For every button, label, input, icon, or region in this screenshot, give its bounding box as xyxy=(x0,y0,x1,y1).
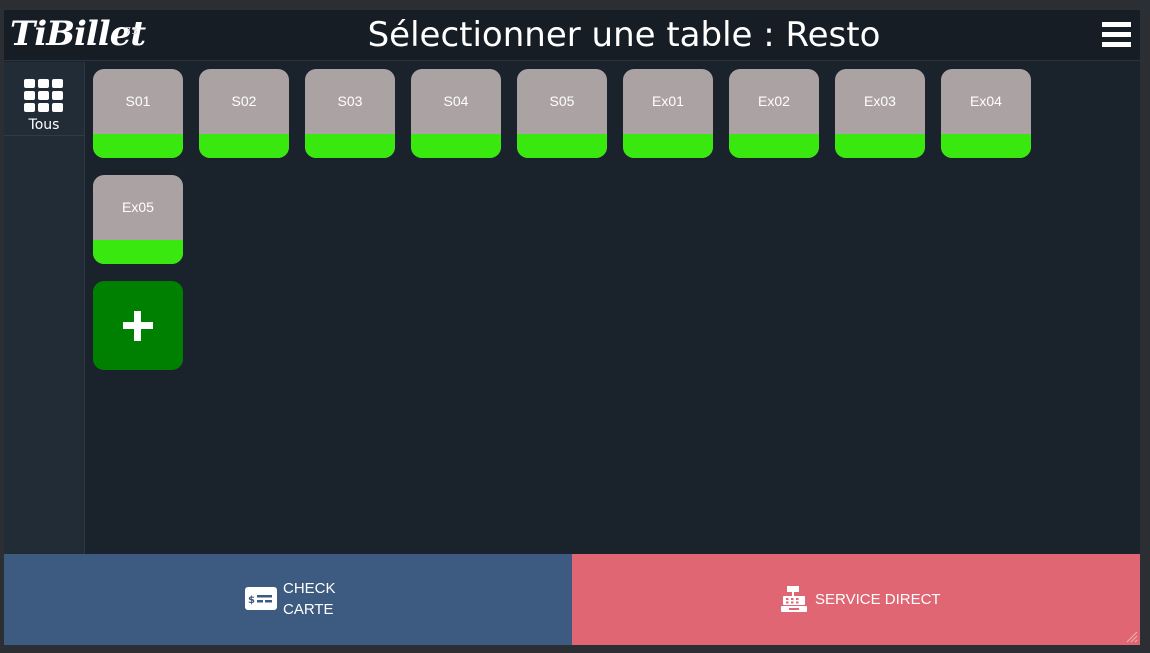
check-card-button[interactable]: $ CHECK CARTE xyxy=(4,554,572,645)
add-table-button[interactable] xyxy=(93,281,183,370)
page-title: Sélectionner une table : Resto xyxy=(367,15,881,55)
table-tile[interactable]: Ex05 xyxy=(93,175,183,264)
table-status-bar xyxy=(517,134,607,158)
money-check-icon: $ xyxy=(245,587,277,610)
table-name: S02 xyxy=(231,93,257,109)
app-window: TiBillet 73 Sélectionner une table : Res… xyxy=(4,10,1140,645)
table-status-bar xyxy=(835,134,925,158)
table-tile[interactable]: S01 xyxy=(93,69,183,158)
table-name: S01 xyxy=(125,93,151,109)
category-sidebar: Tous xyxy=(4,62,85,554)
cash-register-icon xyxy=(781,586,807,612)
footer-bar: $ CHECK CARTE SERVICE DIRECT xyxy=(4,554,1140,645)
table-status-bar xyxy=(305,134,395,158)
header-bar: TiBillet 73 Sélectionner une table : Res… xyxy=(4,10,1140,61)
table-name: S04 xyxy=(443,93,469,109)
resize-grip-icon[interactable] xyxy=(1126,631,1138,643)
table-status-bar xyxy=(623,134,713,158)
check-label-line1: CHECK xyxy=(283,580,336,597)
table-name: S05 xyxy=(549,93,575,109)
table-status-bar xyxy=(411,134,501,158)
table-tile[interactable]: Ex01 xyxy=(623,69,713,158)
service-direct-label: SERVICE DIRECT xyxy=(815,591,941,608)
category-item-tous[interactable]: Tous xyxy=(4,62,84,136)
table-name: Ex02 xyxy=(758,93,790,109)
table-name: Ex04 xyxy=(970,93,1002,109)
table-status-bar xyxy=(941,134,1031,158)
table-name: S03 xyxy=(337,93,363,109)
table-name: Ex01 xyxy=(652,93,684,109)
table-tile[interactable]: S02 xyxy=(199,69,289,158)
table-tile[interactable]: S05 xyxy=(517,69,607,158)
check-label-line2: CARTE xyxy=(283,601,334,618)
hamburger-menu-icon[interactable] xyxy=(1102,22,1132,48)
table-name: Ex05 xyxy=(122,199,154,215)
table-tile[interactable]: Ex03 xyxy=(835,69,925,158)
grid-icon xyxy=(24,79,64,113)
plus-icon xyxy=(123,311,153,341)
table-tile[interactable]: S03 xyxy=(305,69,395,158)
table-status-bar xyxy=(729,134,819,158)
table-tile[interactable]: S04 xyxy=(411,69,501,158)
table-tile[interactable]: Ex02 xyxy=(729,69,819,158)
version-number: 73 xyxy=(125,26,138,37)
table-status-bar xyxy=(93,134,183,158)
table-status-bar xyxy=(199,134,289,158)
table-status-bar xyxy=(93,240,183,264)
table-name: Ex03 xyxy=(864,93,896,109)
category-label: Tous xyxy=(28,117,60,133)
table-tile[interactable]: Ex04 xyxy=(941,69,1031,158)
service-direct-button[interactable]: SERVICE DIRECT xyxy=(572,554,1140,645)
svg-text:$: $ xyxy=(248,595,255,606)
